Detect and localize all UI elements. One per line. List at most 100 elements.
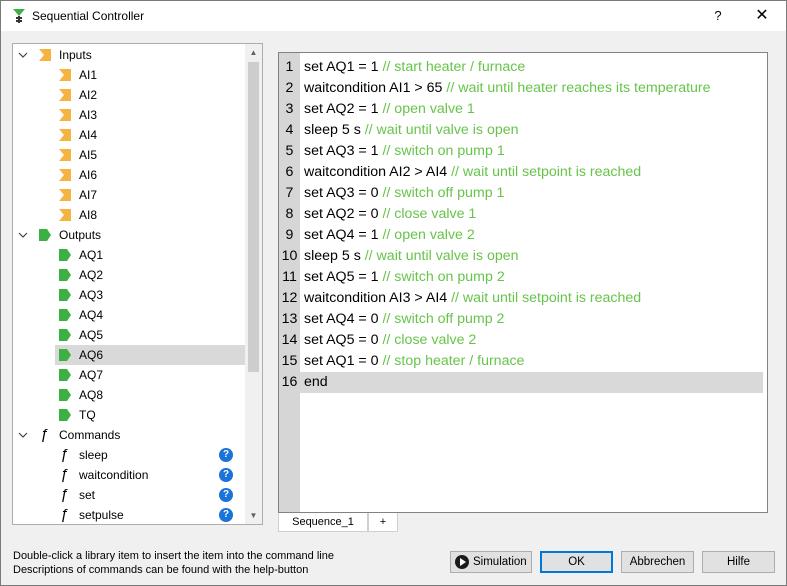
code-editor[interactable]: 1 set AQ1 = 1 // start heater / furnace 2 w…: [278, 52, 768, 513]
code-statement: set AQ2 = 1: [304, 101, 383, 117]
tree-item-ai6[interactable]: AI6: [55, 165, 245, 185]
code-statement: set AQ4 = 1: [304, 227, 383, 243]
tree-item-aq1[interactable]: AQ1: [55, 245, 245, 265]
tree-item-aq6[interactable]: AQ6: [55, 345, 245, 365]
code-line[interactable]: 12 waitcondition AI3 > AI4 // wait until …: [279, 288, 767, 309]
function-icon: ƒ: [60, 486, 69, 503]
ok-button[interactable]: OK: [540, 551, 613, 573]
tree-item-ai1[interactable]: AI1: [55, 65, 245, 85]
tree-item-label: AQ4: [79, 308, 104, 322]
code-comment: // open valve 2: [382, 227, 475, 243]
code-line[interactable]: 13 set AQ4 = 0 // switch off pump 2: [279, 309, 767, 330]
tree-group-label: Inputs: [59, 48, 92, 62]
code-text: set AQ3 = 1 // switch on pump 1: [304, 141, 505, 162]
line-number: 15: [281, 353, 298, 369]
help-circle-icon[interactable]: ?: [219, 448, 233, 462]
code-line[interactable]: 2 waitcondition AI1 > 65 // wait until he…: [279, 78, 767, 99]
tree-group-outputs[interactable]: Outputs: [13, 225, 245, 245]
code-statement: end: [304, 374, 328, 390]
tab-sequence-1[interactable]: Sequence_1: [278, 513, 368, 532]
code-line[interactable]: 7 set AQ3 = 0 // switch off pump 1: [279, 183, 767, 204]
tree-item-ai3[interactable]: AI3: [55, 105, 245, 125]
input-tag-icon: [59, 149, 71, 161]
code-line[interactable]: 1 set AQ1 = 1 // start heater / furnace: [279, 57, 767, 78]
code-comment: // close valve 2: [382, 332, 477, 348]
code-line[interactable]: 5 set AQ3 = 1 // switch on pump 1: [279, 141, 767, 162]
code-line[interactable]: 16 end: [279, 372, 767, 393]
code-statement: set AQ1 = 0: [304, 353, 383, 369]
add-tab-button[interactable]: +: [368, 513, 398, 532]
tree-item-tq[interactable]: TQ: [55, 405, 245, 425]
code-line[interactable]: 11 set AQ5 = 1 // switch on pump 2: [279, 267, 767, 288]
help-circle-icon[interactable]: ?: [219, 468, 233, 482]
tree-item-ai4[interactable]: AI4: [55, 125, 245, 145]
play-icon: [455, 555, 469, 569]
code-line[interactable]: 10 sleep 5 s // wait until valve is open: [279, 246, 767, 267]
code-line[interactable]: 14 set AQ5 = 0 // close valve 2: [279, 330, 767, 351]
code-line[interactable]: 4 sleep 5 s // wait until valve is open: [279, 120, 767, 141]
tree-item-aq7[interactable]: AQ7: [55, 365, 245, 385]
tree-item-aq2[interactable]: AQ2: [55, 265, 245, 285]
tree-item-aq4[interactable]: AQ4: [55, 305, 245, 325]
code-comment: // wait until valve is open: [364, 248, 519, 264]
code-text: waitcondition AI3 > AI4 // wait until se…: [304, 288, 641, 309]
scroll-down-icon[interactable]: ▼: [245, 507, 262, 524]
code-statement: waitcondition AI1 > 65: [304, 80, 447, 96]
output-tag-icon: [59, 369, 71, 381]
close-button[interactable]: ✕: [747, 5, 777, 27]
tree-group-commands[interactable]: ƒ Commands: [13, 425, 245, 445]
code-comment: // switch off pump 1: [382, 185, 505, 201]
scroll-up-icon[interactable]: ▲: [245, 44, 262, 61]
tree-item-label: AQ6: [79, 348, 104, 362]
tree-item-aq5[interactable]: AQ5: [55, 325, 245, 345]
tree-item-label: AI2: [79, 88, 98, 102]
input-tag-icon: [59, 69, 71, 81]
output-tag-icon: [59, 349, 71, 361]
code-statement: sleep 5 s: [304, 248, 365, 264]
output-tag-icon: [59, 329, 71, 341]
tree-item-ai7[interactable]: AI7: [55, 185, 245, 205]
input-tag-icon: [39, 49, 51, 61]
chevron-down-icon[interactable]: [18, 230, 28, 240]
code-statement: set AQ1 = 1: [304, 59, 383, 75]
code-text: set AQ5 = 0 // close valve 2: [304, 330, 476, 351]
code-line[interactable]: 9 set AQ4 = 1 // open valve 2: [279, 225, 767, 246]
tree-item-waitcondition[interactable]: ƒ waitcondition?: [55, 465, 245, 485]
tree-item-sleep[interactable]: ƒ sleep?: [55, 445, 245, 465]
tree-item-ai8[interactable]: AI8: [55, 205, 245, 225]
cancel-button[interactable]: Abbrechen: [621, 551, 694, 573]
tree-item-ai2[interactable]: AI2: [55, 85, 245, 105]
code-text: set AQ1 = 0 // stop heater / furnace: [304, 351, 524, 372]
code-line[interactable]: 8 set AQ2 = 0 // close valve 1: [279, 204, 767, 225]
tree-item-label: setpulse: [79, 508, 124, 522]
code-line[interactable]: 3 set AQ2 = 1 // open valve 1: [279, 99, 767, 120]
tree-group-inputs[interactable]: Inputs: [13, 45, 245, 65]
line-number: 4: [285, 122, 294, 138]
code-text: end: [304, 372, 328, 393]
library-tree[interactable]: ▲ ▼ Inputs AI1 AI2 AI3 AI4 AI5 AI6 AI7 AI8 Output…: [12, 43, 263, 525]
tree-item-setpulse[interactable]: ƒ setpulse?: [55, 505, 245, 524]
code-line[interactable]: 15 set AQ1 = 0 // stop heater / furnace: [279, 351, 767, 372]
tree-item-ai5[interactable]: AI5: [55, 145, 245, 165]
tree-item-aq3[interactable]: AQ3: [55, 285, 245, 305]
help-button[interactable]: Hilfe: [702, 551, 775, 573]
code-text: waitcondition AI1 > 65 // wait until hea…: [304, 78, 711, 99]
tree-scrollbar[interactable]: ▲ ▼: [245, 44, 262, 524]
code-text: set AQ4 = 0 // switch off pump 2: [304, 309, 504, 330]
output-tag-icon: [59, 409, 71, 421]
input-tag-icon: [59, 209, 71, 221]
help-circle-icon[interactable]: ?: [219, 488, 233, 502]
input-tag-icon: [59, 129, 71, 141]
simulation-button[interactable]: Simulation: [450, 551, 532, 573]
code-statement: set AQ5 = 0: [304, 332, 383, 348]
help-circle-icon[interactable]: ?: [219, 508, 233, 522]
tree-item-set[interactable]: ƒ set?: [55, 485, 245, 505]
chevron-down-icon[interactable]: [18, 50, 28, 60]
code-line[interactable]: 6 waitcondition AI2 > AI4 // wait until s…: [279, 162, 767, 183]
chevron-down-icon[interactable]: [18, 430, 28, 440]
tree-item-aq8[interactable]: AQ8: [55, 385, 245, 405]
tree-item-label: set: [79, 488, 96, 502]
title-help-button[interactable]: ?: [706, 5, 730, 27]
scrollbar-thumb[interactable]: [248, 62, 259, 372]
line-number: 11: [282, 269, 297, 285]
